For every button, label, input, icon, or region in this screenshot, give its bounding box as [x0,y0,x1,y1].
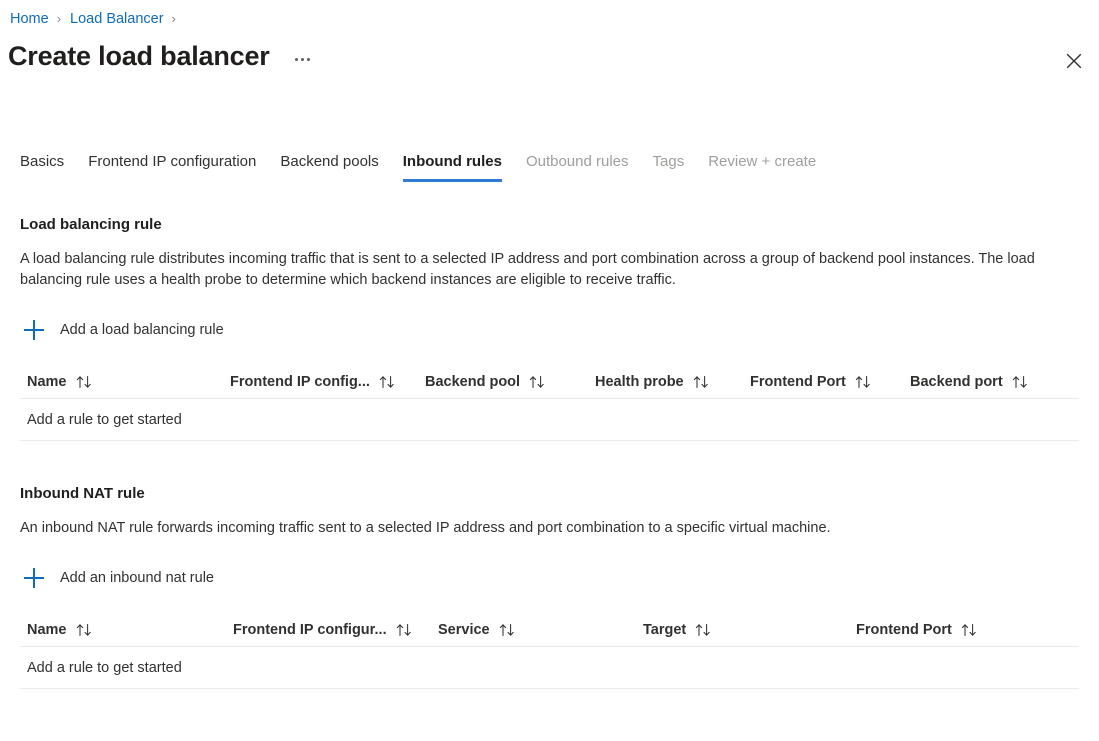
sort-updown-icon[interactable] [961,623,978,637]
tab-label: Inbound rules [402,153,502,170]
sort-updown-icon[interactable] [396,623,413,637]
load-balancing-rules-table: Name Frontend IP config... Backend pool Hea… [20,365,1079,441]
section-description: A load balancing rule distributes incomi… [20,251,1035,288]
column-header-label: Health probe [595,373,684,390]
add-load-balancing-rule-button[interactable]: Add a load balancing rule [20,313,232,347]
plus-icon [22,566,46,590]
tab-label: Outbound rules [525,153,629,170]
section-load-balancing-rule: Load balancing rule A load balancing rul… [0,200,1099,441]
sort-updown-icon[interactable] [855,375,872,389]
column-header-label: Name [27,621,67,638]
column-header-label: Backend pool [425,373,521,390]
breadcrumb-separator-icon: › [56,11,62,26]
breadcrumb-item-load-balancer[interactable]: Load Balancer [68,9,166,29]
page-title: Create load balancer [8,41,270,71]
breadcrumb-item-home[interactable]: Home [8,9,51,29]
ellipsis-icon [306,57,310,61]
column-header-label: Frontend IP config... [230,373,370,390]
section-title: Load balancing rule [20,216,162,233]
add-load-balancing-rule-label: Add a load balancing rule [60,322,224,338]
column-header-label: Frontend Port [750,373,846,390]
tab-list: Basics Frontend IP configuration Backend… [8,144,828,182]
column-header-backend-pool[interactable]: Backend pool [425,372,595,392]
breadcrumb: Home › Load Balancer › [8,9,183,29]
section-description: An inbound NAT rule forwards incoming tr… [20,520,831,536]
tab-basics[interactable]: Basics [8,152,76,182]
table-empty-message: Add a rule to get started [27,659,182,676]
column-header-label: Frontend Port [856,621,952,638]
sort-updown-icon[interactable] [379,375,396,389]
sort-updown-icon[interactable] [76,375,93,389]
column-header-frontend-port[interactable]: Frontend Port [856,620,1036,640]
breadcrumb-separator-icon: › [171,11,176,26]
column-header-label: Service [438,621,490,638]
column-header-label: Frontend IP configur... [233,621,387,638]
tab-label: Tags [652,153,685,170]
table-empty-row: Add a rule to get started [20,399,1079,441]
inbound-rules-panel: Load balancing rule A load balancing rul… [0,200,1099,689]
more-commands-button[interactable] [290,52,315,67]
add-inbound-nat-rule-button[interactable]: Add an inbound nat rule [20,561,222,595]
close-button[interactable] [1057,44,1091,78]
tab-outbound-rules[interactable]: Outbound rules [514,152,641,182]
tab-label: Frontend IP configuration [88,153,257,170]
add-inbound-nat-rule-label: Add an inbound nat rule [60,570,214,586]
section-title: Inbound NAT rule [20,485,145,502]
plus-icon [22,318,46,342]
table-header-row: Name Frontend IP configur... Service Target… [20,613,1079,647]
column-header-label: Backend port [910,373,1003,390]
sort-updown-icon[interactable] [693,375,710,389]
column-header-name[interactable]: Name [20,620,233,640]
tab-label: Review + create [708,153,817,170]
inbound-nat-rules-table: Name Frontend IP configur... Service Target… [20,613,1079,689]
tab-frontend-ip-configuration[interactable]: Frontend IP configuration [76,152,268,182]
sort-updown-icon[interactable] [1012,375,1029,389]
ellipsis-icon [300,57,304,61]
column-header-label: Name [27,373,67,390]
section-inbound-nat-rule: Inbound NAT rule An inbound NAT rule for… [0,469,1099,689]
tab-inbound-rules[interactable]: Inbound rules [391,152,514,182]
column-header-label: Target [643,621,687,638]
column-header-frontend-ip-config[interactable]: Frontend IP config... [230,372,425,392]
sort-updown-icon[interactable] [695,623,712,637]
column-header-name[interactable]: Name [20,372,230,392]
table-header-row: Name Frontend IP config... Backend pool Hea… [20,365,1079,399]
column-header-target[interactable]: Target [643,620,856,640]
column-header-health-probe[interactable]: Health probe [595,372,750,392]
column-header-frontend-port[interactable]: Frontend Port [750,372,910,392]
sort-updown-icon[interactable] [499,623,516,637]
column-header-backend-port[interactable]: Backend port [910,372,1060,392]
sort-updown-icon[interactable] [76,623,93,637]
tab-review-create[interactable]: Review + create [696,152,828,182]
tab-tags[interactable]: Tags [641,152,697,182]
tab-label: Backend pools [280,153,379,170]
tab-backend-pools[interactable]: Backend pools [268,152,390,182]
close-icon [1066,53,1082,69]
column-header-service[interactable]: Service [438,620,643,640]
sort-updown-icon[interactable] [529,375,546,389]
table-empty-row: Add a rule to get started [20,647,1079,689]
ellipsis-icon [294,57,298,61]
tab-label: Basics [20,153,65,170]
column-header-frontend-ip-configur[interactable]: Frontend IP configur... [233,620,438,640]
title-row: Create load balancer [8,38,315,74]
table-empty-message: Add a rule to get started [27,411,182,428]
